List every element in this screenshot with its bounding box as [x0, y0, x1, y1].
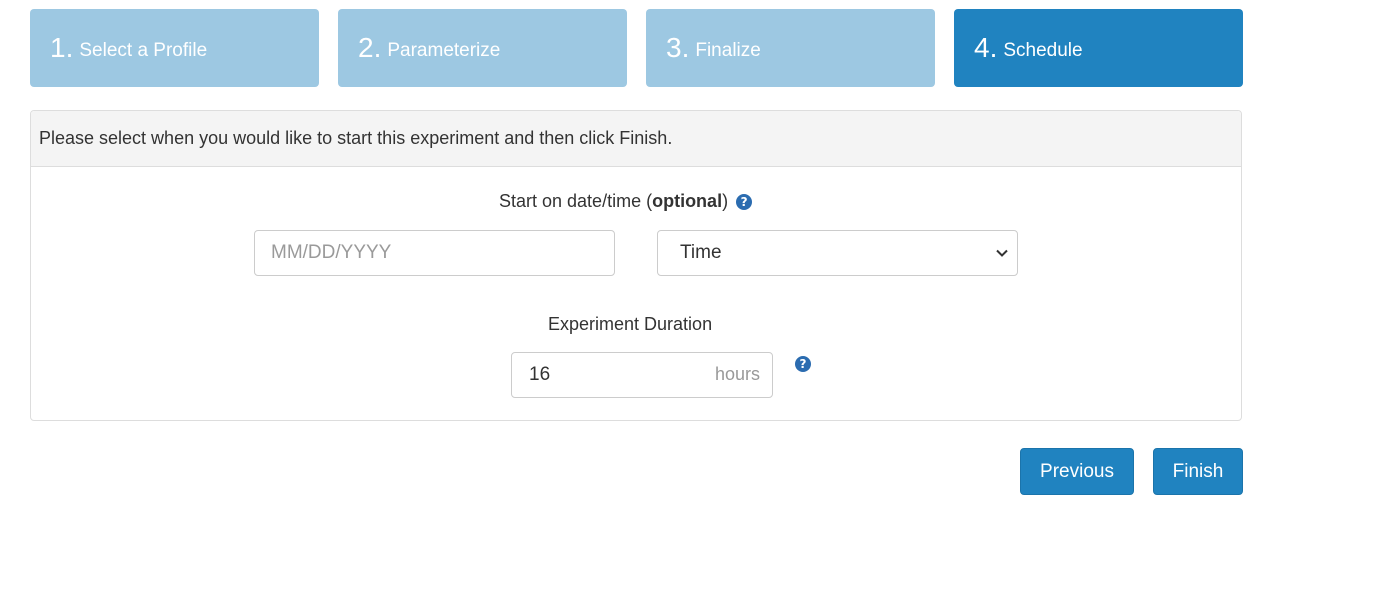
start-time-select[interactable]: Time: [657, 230, 1018, 276]
page: 1. Select a Profile 2. Parameterize 3. F…: [0, 0, 1400, 606]
start-date-input[interactable]: [254, 230, 615, 276]
question-circle-icon[interactable]: ?: [795, 356, 811, 372]
duration-unit-addon: hours: [715, 364, 761, 384]
start-label-suffix: ): [722, 191, 729, 211]
start-datetime-label: Start on date/time (optional) ?: [499, 191, 753, 212]
schedule-panel: Please select when you would like to sta…: [30, 110, 1242, 421]
step-label: Finalize: [695, 39, 761, 61]
start-label-prefix: Start on date/time (: [499, 191, 653, 211]
previous-button[interactable]: Previous: [1020, 448, 1134, 495]
step-schedule[interactable]: 4. Schedule: [954, 9, 1243, 87]
step-number: 2.: [358, 32, 382, 63]
start-time-selected: Time: [680, 242, 722, 263]
duration-label: Experiment Duration: [548, 314, 713, 334]
step-label: Parameterize: [387, 39, 501, 61]
step-select-profile[interactable]: 1. Select a Profile: [30, 9, 319, 87]
step-label: Select a Profile: [79, 39, 208, 61]
step-number: 4.: [974, 32, 998, 63]
step-number: 1.: [50, 32, 74, 63]
wizard-steps: 1. Select a Profile 2. Parameterize 3. F…: [30, 9, 1243, 87]
chevron-down-icon: [996, 249, 1008, 257]
finish-button[interactable]: Finish: [1153, 448, 1243, 495]
start-label-optional: optional: [652, 191, 723, 211]
panel-heading: Please select when you would like to sta…: [31, 111, 1241, 167]
step-number: 3.: [666, 32, 690, 63]
question-circle-icon[interactable]: ?: [736, 193, 753, 210]
step-parameterize[interactable]: 2. Parameterize: [338, 9, 627, 87]
step-label: Schedule: [1003, 39, 1083, 61]
step-finalize[interactable]: 3. Finalize: [646, 9, 935, 87]
